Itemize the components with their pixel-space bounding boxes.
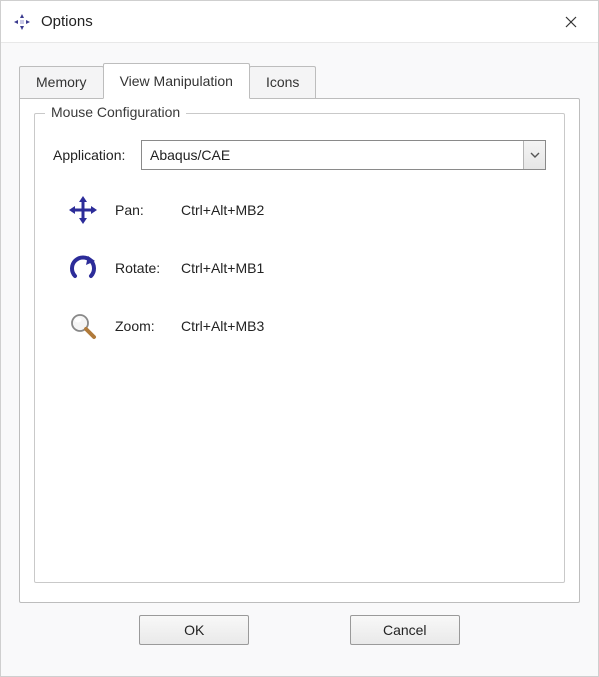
application-label: Application: [53, 147, 141, 163]
application-value: Abaqus/CAE [150, 147, 230, 163]
titlebar: Options [1, 1, 598, 43]
mouse-config-group: Mouse Configuration Application: Abaqus/… [34, 113, 565, 583]
tab-strip: Memory View Manipulation Icons [19, 63, 580, 98]
close-button[interactable] [548, 1, 594, 43]
zoom-keys: Ctrl+Alt+MB3 [181, 318, 264, 334]
application-select[interactable]: Abaqus/CAE [141, 140, 546, 170]
tab-view-manipulation[interactable]: View Manipulation [103, 63, 250, 99]
button-label: OK [184, 622, 204, 638]
pan-keys: Ctrl+Alt+MB2 [181, 202, 264, 218]
pan-binding-row: Pan: Ctrl+Alt+MB2 [53, 192, 546, 228]
application-row: Application: Abaqus/CAE [53, 140, 546, 170]
tab-icons[interactable]: Icons [249, 66, 316, 98]
rotate-binding-row: Rotate: Ctrl+Alt+MB1 [53, 250, 546, 286]
pan-label: Pan: [115, 202, 181, 218]
dropdown-button[interactable] [523, 141, 545, 169]
tab-memory[interactable]: Memory [19, 66, 104, 98]
ok-button[interactable]: OK [139, 615, 249, 645]
rotate-icon [65, 250, 101, 286]
rotate-label: Rotate: [115, 260, 181, 276]
dialog-content: Memory View Manipulation Icons Mouse Con… [1, 43, 598, 659]
zoom-label: Zoom: [115, 318, 181, 334]
tab-label: Icons [266, 74, 299, 90]
rotate-keys: Ctrl+Alt+MB1 [181, 260, 264, 276]
chevron-down-icon [530, 152, 540, 158]
pan-icon [65, 192, 101, 228]
group-legend: Mouse Configuration [45, 104, 186, 120]
window-title: Options [41, 13, 548, 30]
close-icon [565, 16, 577, 28]
cancel-button[interactable]: Cancel [350, 615, 460, 645]
app-icon [11, 11, 33, 33]
tab-panel: Mouse Configuration Application: Abaqus/… [19, 98, 580, 603]
tab-label: View Manipulation [120, 73, 233, 89]
zoom-binding-row: Zoom: Ctrl+Alt+MB3 [53, 308, 546, 344]
tab-label: Memory [36, 74, 87, 90]
button-bar: OK Cancel [19, 603, 580, 645]
zoom-icon [65, 308, 101, 344]
button-label: Cancel [383, 622, 427, 638]
